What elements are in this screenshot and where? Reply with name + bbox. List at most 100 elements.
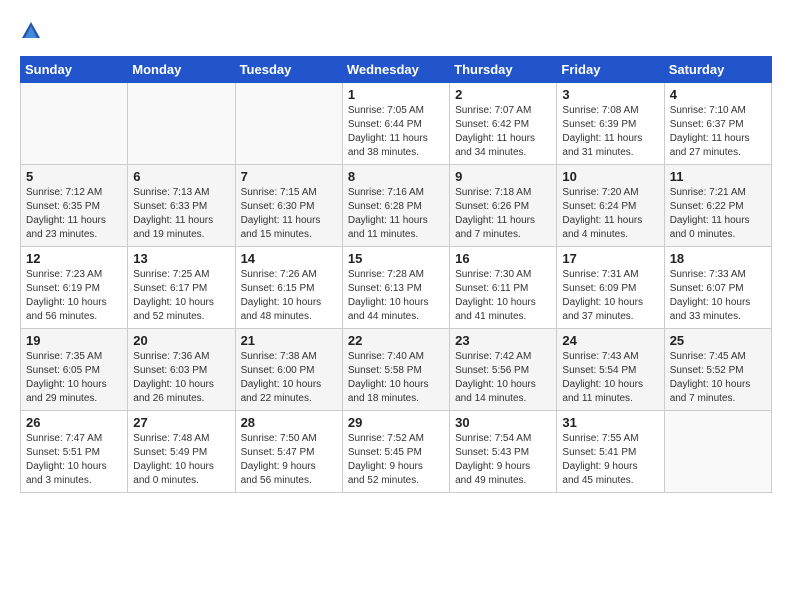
day-cell: 23 Sunrise: 7:42 AM Sunset: 5:56 PM Dayli… (450, 329, 557, 411)
day-cell: 5 Sunrise: 7:12 AM Sunset: 6:35 PM Daylig… (21, 165, 128, 247)
day-number: 3 (562, 87, 658, 102)
day-cell: 16 Sunrise: 7:30 AM Sunset: 6:11 PM Dayli… (450, 247, 557, 329)
day-number: 4 (670, 87, 766, 102)
day-number: 23 (455, 333, 551, 348)
day-number: 11 (670, 169, 766, 184)
day-info: Sunrise: 7:50 AM Sunset: 5:47 PM Dayligh… (241, 432, 337, 488)
day-number: 28 (241, 415, 337, 430)
day-info: Sunrise: 7:18 AM Sunset: 6:26 PM Dayligh… (455, 186, 551, 242)
day-number: 24 (562, 333, 658, 348)
day-cell (235, 83, 342, 165)
day-info: Sunrise: 7:28 AM Sunset: 6:13 PM Dayligh… (348, 268, 444, 324)
day-cell: 12Sunrise: 7:23 AM Sunset: 6:19 PM Dayli… (21, 247, 128, 329)
day-info: Sunrise: 7:08 AM Sunset: 6:39 PM Dayligh… (562, 104, 658, 160)
day-cell: 6 Sunrise: 7:13 AM Sunset: 6:33 PM Daylig… (128, 165, 235, 247)
day-number: 26 (26, 415, 122, 430)
day-info: Sunrise: 7:07 AM Sunset: 6:42 PM Dayligh… (455, 104, 551, 160)
week-row-1: 1 Sunrise: 7:05 AM Sunset: 6:44 PM Daylig… (21, 83, 772, 165)
day-info: Sunrise: 7:12 AM Sunset: 6:35 PM Dayligh… (26, 186, 122, 242)
day-info: Sunrise: 7:10 AM Sunset: 6:37 PM Dayligh… (670, 104, 766, 160)
day-cell: 20 Sunrise: 7:36 AM Sunset: 6:03 PM Dayli… (128, 329, 235, 411)
day-info: Sunrise: 7:33 AM Sunset: 6:07 PM Dayligh… (670, 268, 766, 324)
day-info: Sunrise: 7:55 AM Sunset: 5:41 PM Dayligh… (562, 432, 658, 488)
week-row-4: 19 Sunrise: 7:35 AM Sunset: 6:05 PM Dayli… (21, 329, 772, 411)
day-info: Sunrise: 7:16 AM Sunset: 6:28 PM Dayligh… (348, 186, 444, 242)
day-cell (664, 411, 771, 493)
day-number: 22 (348, 333, 444, 348)
day-info: Sunrise: 7:20 AM Sunset: 6:24 PM Dayligh… (562, 186, 658, 242)
day-number: 20 (133, 333, 229, 348)
day-info: Sunrise: 7:05 AM Sunset: 6:44 PM Dayligh… (348, 104, 444, 160)
day-info: Sunrise: 7:47 AM Sunset: 5:51 PM Dayligh… (26, 432, 122, 488)
day-number: 13 (133, 251, 229, 266)
weekday-header-saturday: Saturday (664, 57, 771, 83)
day-info: Sunrise: 7:21 AM Sunset: 6:22 PM Dayligh… (670, 186, 766, 242)
day-info: Sunrise: 7:54 AM Sunset: 5:43 PM Dayligh… (455, 432, 551, 488)
day-cell (128, 83, 235, 165)
day-info: Sunrise: 7:40 AM Sunset: 5:58 PM Dayligh… (348, 350, 444, 406)
day-number: 27 (133, 415, 229, 430)
day-info: Sunrise: 7:42 AM Sunset: 5:56 PM Dayligh… (455, 350, 551, 406)
day-number: 29 (348, 415, 444, 430)
day-info: Sunrise: 7:23 AM Sunset: 6:19 PM Dayligh… (26, 268, 122, 324)
day-number: 6 (133, 169, 229, 184)
day-cell: 8 Sunrise: 7:16 AM Sunset: 6:28 PM Daylig… (342, 165, 449, 247)
day-cell: 15 Sunrise: 7:28 AM Sunset: 6:13 PM Dayli… (342, 247, 449, 329)
calendar-table: SundayMondayTuesdayWednesdayThursdayFrid… (20, 56, 772, 493)
day-cell: 26 Sunrise: 7:47 AM Sunset: 5:51 PM Dayli… (21, 411, 128, 493)
day-cell: 30Sunrise: 7:54 AM Sunset: 5:43 PM Dayli… (450, 411, 557, 493)
day-cell: 18 Sunrise: 7:33 AM Sunset: 6:07 PM Dayli… (664, 247, 771, 329)
day-number: 1 (348, 87, 444, 102)
day-number: 15 (348, 251, 444, 266)
day-cell: 4 Sunrise: 7:10 AM Sunset: 6:37 PM Daylig… (664, 83, 771, 165)
day-number: 16 (455, 251, 551, 266)
day-number: 19 (26, 333, 122, 348)
day-number: 25 (670, 333, 766, 348)
weekday-header-friday: Friday (557, 57, 664, 83)
weekday-header-row: SundayMondayTuesdayWednesdayThursdayFrid… (21, 57, 772, 83)
day-number: 18 (670, 251, 766, 266)
day-number: 21 (241, 333, 337, 348)
day-info: Sunrise: 7:30 AM Sunset: 6:11 PM Dayligh… (455, 268, 551, 324)
day-cell: 24Sunrise: 7:43 AM Sunset: 5:54 PM Dayli… (557, 329, 664, 411)
day-number: 14 (241, 251, 337, 266)
day-cell: 7Sunrise: 7:15 AM Sunset: 6:30 PM Daylig… (235, 165, 342, 247)
day-info: Sunrise: 7:35 AM Sunset: 6:05 PM Dayligh… (26, 350, 122, 406)
day-info: Sunrise: 7:38 AM Sunset: 6:00 PM Dayligh… (241, 350, 337, 406)
weekday-header-monday: Monday (128, 57, 235, 83)
day-number: 5 (26, 169, 122, 184)
day-cell: 17Sunrise: 7:31 AM Sunset: 6:09 PM Dayli… (557, 247, 664, 329)
day-number: 8 (348, 169, 444, 184)
week-row-3: 12Sunrise: 7:23 AM Sunset: 6:19 PM Dayli… (21, 247, 772, 329)
day-cell (21, 83, 128, 165)
day-cell: 14 Sunrise: 7:26 AM Sunset: 6:15 PM Dayli… (235, 247, 342, 329)
day-cell: 29Sunrise: 7:52 AM Sunset: 5:45 PM Dayli… (342, 411, 449, 493)
day-info: Sunrise: 7:15 AM Sunset: 6:30 PM Dayligh… (241, 186, 337, 242)
logo-icon (20, 20, 42, 42)
day-cell: 11 Sunrise: 7:21 AM Sunset: 6:22 PM Dayli… (664, 165, 771, 247)
weekday-header-sunday: Sunday (21, 57, 128, 83)
day-info: Sunrise: 7:26 AM Sunset: 6:15 PM Dayligh… (241, 268, 337, 324)
weekday-header-wednesday: Wednesday (342, 57, 449, 83)
page: SundayMondayTuesdayWednesdayThursdayFrid… (0, 0, 792, 511)
day-cell: 13 Sunrise: 7:25 AM Sunset: 6:17 PM Dayli… (128, 247, 235, 329)
day-info: Sunrise: 7:13 AM Sunset: 6:33 PM Dayligh… (133, 186, 229, 242)
day-info: Sunrise: 7:48 AM Sunset: 5:49 PM Dayligh… (133, 432, 229, 488)
week-row-2: 5 Sunrise: 7:12 AM Sunset: 6:35 PM Daylig… (21, 165, 772, 247)
weekday-header-tuesday: Tuesday (235, 57, 342, 83)
day-info: Sunrise: 7:45 AM Sunset: 5:52 PM Dayligh… (670, 350, 766, 406)
day-number: 17 (562, 251, 658, 266)
day-cell: 10 Sunrise: 7:20 AM Sunset: 6:24 PM Dayli… (557, 165, 664, 247)
day-number: 9 (455, 169, 551, 184)
day-info: Sunrise: 7:36 AM Sunset: 6:03 PM Dayligh… (133, 350, 229, 406)
day-cell: 2Sunrise: 7:07 AM Sunset: 6:42 PM Daylig… (450, 83, 557, 165)
day-cell: 3 Sunrise: 7:08 AM Sunset: 6:39 PM Daylig… (557, 83, 664, 165)
day-cell: 31Sunrise: 7:55 AM Sunset: 5:41 PM Dayli… (557, 411, 664, 493)
day-cell: 27 Sunrise: 7:48 AM Sunset: 5:49 PM Dayli… (128, 411, 235, 493)
week-row-5: 26 Sunrise: 7:47 AM Sunset: 5:51 PM Dayli… (21, 411, 772, 493)
header (20, 18, 772, 42)
day-number: 10 (562, 169, 658, 184)
day-info: Sunrise: 7:25 AM Sunset: 6:17 PM Dayligh… (133, 268, 229, 324)
day-cell: 28 Sunrise: 7:50 AM Sunset: 5:47 PM Dayli… (235, 411, 342, 493)
day-cell: 22 Sunrise: 7:40 AM Sunset: 5:58 PM Dayli… (342, 329, 449, 411)
